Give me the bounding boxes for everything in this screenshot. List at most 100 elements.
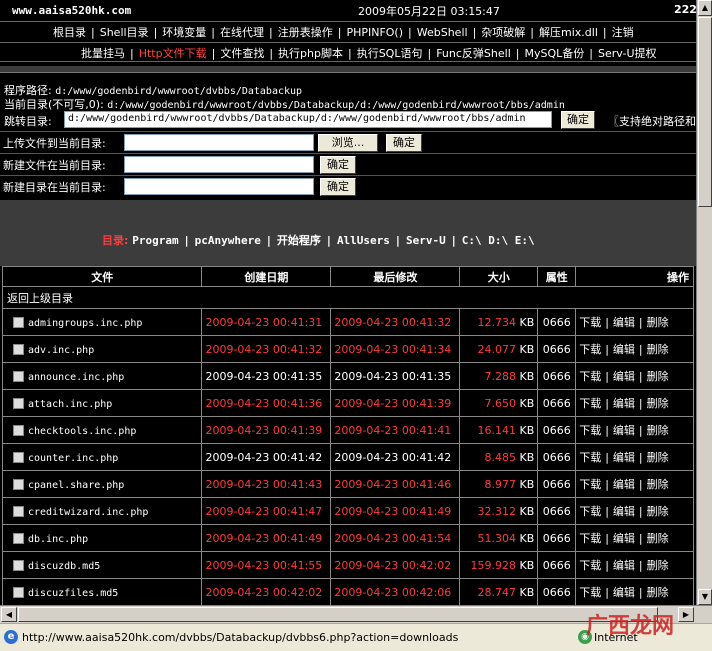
- menu-item[interactable]: 批量挂马: [76, 45, 130, 61]
- delete-link[interactable]: 删除: [647, 451, 669, 464]
- newdir-confirm-button[interactable]: 确定: [320, 178, 356, 196]
- delete-link[interactable]: 删除: [647, 586, 669, 599]
- file-name[interactable]: db.inc.php: [28, 534, 88, 545]
- newfile-input[interactable]: [124, 156, 314, 173]
- delete-link[interactable]: 删除: [647, 424, 669, 437]
- delete-link[interactable]: 删除: [647, 370, 669, 383]
- edit-link[interactable]: 编辑: [613, 586, 635, 599]
- scroll-down-icon[interactable]: ▼: [698, 589, 712, 605]
- newdir-input[interactable]: [124, 178, 314, 195]
- menu-item[interactable]: 执行php脚本: [273, 45, 348, 61]
- menu-item[interactable]: Http文件下载: [134, 45, 212, 61]
- file-checkbox[interactable]: [13, 344, 24, 355]
- file-checkbox[interactable]: [13, 587, 24, 598]
- download-link[interactable]: 下载: [579, 478, 601, 491]
- file-name[interactable]: announce.inc.php: [28, 372, 124, 383]
- drive-links[interactable]: C:\ D:\ E:\: [462, 234, 535, 247]
- horizontal-scroll-thumb[interactable]: [18, 607, 658, 622]
- edit-link[interactable]: 编辑: [613, 424, 635, 437]
- edit-link[interactable]: 编辑: [613, 451, 635, 464]
- file-checkbox[interactable]: [13, 452, 24, 463]
- file-checkbox[interactable]: [13, 317, 24, 328]
- delete-link[interactable]: 删除: [647, 505, 669, 518]
- vertical-scroll-thumb[interactable]: [698, 17, 712, 207]
- vertical-scrollbar[interactable]: ▲ ▼: [696, 0, 712, 605]
- menu-item[interactable]: MySQL备份: [519, 45, 589, 61]
- dir-shortcut-link[interactable]: AllUsers: [337, 234, 390, 247]
- jump-dir-input[interactable]: d:/www/godenbird/wwwroot/dvbbs/Databacku…: [64, 111, 552, 128]
- jump-confirm-button[interactable]: 确定: [561, 111, 595, 129]
- browse-button[interactable]: 浏览...: [318, 134, 378, 152]
- file-checkbox[interactable]: [13, 560, 24, 571]
- download-link[interactable]: 下载: [579, 397, 601, 410]
- download-link[interactable]: 下载: [579, 316, 601, 329]
- menu-item[interactable]: 环境变量: [157, 24, 211, 40]
- edit-link[interactable]: 编辑: [613, 505, 635, 518]
- file-name[interactable]: attach.inc.php: [28, 399, 112, 410]
- edit-link[interactable]: 编辑: [613, 397, 635, 410]
- file-name[interactable]: cpanel.share.php: [28, 480, 124, 491]
- menu-item[interactable]: 在线代理: [215, 24, 269, 40]
- dir-shortcut-link[interactable]: 开始程序: [277, 234, 321, 247]
- newfile-confirm-button[interactable]: 确定: [320, 156, 356, 174]
- scroll-up-icon[interactable]: ▲: [698, 0, 712, 16]
- dir-shortcut-link[interactable]: Serv-U: [406, 234, 446, 247]
- download-link[interactable]: 下载: [579, 532, 601, 545]
- download-link[interactable]: 下载: [579, 424, 601, 437]
- file-checkbox[interactable]: [13, 533, 24, 544]
- dir-shortcut-link[interactable]: pcAnywhere: [195, 234, 261, 247]
- file-checkbox[interactable]: [13, 506, 24, 517]
- download-link[interactable]: 下载: [579, 505, 601, 518]
- edit-link[interactable]: 编辑: [613, 559, 635, 572]
- delete-link[interactable]: 删除: [647, 316, 669, 329]
- delete-link[interactable]: 删除: [647, 397, 669, 410]
- edit-link[interactable]: 编辑: [613, 370, 635, 383]
- parent-dir-link[interactable]: 返回上级目录: [2, 286, 694, 309]
- dir-shortcut-link[interactable]: Program: [132, 234, 178, 247]
- edit-link[interactable]: 编辑: [613, 343, 635, 356]
- file-checkbox[interactable]: [13, 398, 24, 409]
- file-name[interactable]: discuzfiles.md5: [28, 588, 118, 599]
- file-name[interactable]: admingroups.inc.php: [28, 318, 142, 329]
- menu-item[interactable]: PHPINFO(): [341, 26, 408, 39]
- download-link[interactable]: 下载: [579, 343, 601, 356]
- ops-separator: |: [638, 316, 643, 329]
- delete-link[interactable]: 删除: [647, 532, 669, 545]
- file-checkbox[interactable]: [13, 425, 24, 436]
- file-name[interactable]: discuzdb.md5: [28, 561, 100, 572]
- menu-item[interactable]: 杂项破解: [476, 24, 530, 40]
- file-name[interactable]: checktools.inc.php: [28, 426, 136, 437]
- file-checkbox[interactable]: [13, 479, 24, 490]
- menu-item[interactable]: 注销: [607, 24, 639, 40]
- file-checkbox[interactable]: [13, 371, 24, 382]
- table-row: admingroups.inc.php 2009-04-23 00:41:31 20…: [1, 308, 694, 336]
- upload-file-input[interactable]: [124, 134, 314, 151]
- menu-item[interactable]: Serv-U提权: [593, 45, 662, 61]
- menu-item[interactable]: 文件查找: [215, 45, 269, 61]
- edit-link[interactable]: 编辑: [613, 316, 635, 329]
- delete-link[interactable]: 删除: [647, 478, 669, 491]
- file-name[interactable]: adv.inc.php: [28, 345, 94, 356]
- file-name[interactable]: counter.inc.php: [28, 453, 118, 464]
- file-name[interactable]: creditwizard.inc.php: [28, 507, 148, 518]
- upload-confirm-button[interactable]: 确定: [386, 134, 422, 152]
- menu-item[interactable]: 注册表操作: [273, 24, 338, 40]
- edit-link[interactable]: 编辑: [613, 532, 635, 545]
- download-link[interactable]: 下载: [579, 586, 601, 599]
- download-link[interactable]: 下载: [579, 451, 601, 464]
- delete-link[interactable]: 删除: [647, 343, 669, 356]
- menu-item[interactable]: WebShell: [412, 26, 473, 39]
- menu-item[interactable]: 解压mix.dll: [534, 24, 603, 40]
- menu-item[interactable]: 执行SQL语句: [352, 45, 428, 61]
- menu-item[interactable]: 根目录: [48, 24, 91, 40]
- scroll-right-icon[interactable]: ▶: [678, 607, 694, 622]
- scroll-left-icon[interactable]: ◀: [1, 607, 17, 622]
- download-link[interactable]: 下载: [579, 559, 601, 572]
- delete-link[interactable]: 删除: [647, 559, 669, 572]
- file-ops: 下载 | 编辑 | 删除: [575, 443, 694, 471]
- menu-item[interactable]: Shell目录: [95, 24, 154, 40]
- col-file: 文件: [1, 266, 203, 287]
- menu-item[interactable]: Func反弹Shell: [431, 45, 516, 61]
- edit-link[interactable]: 编辑: [613, 478, 635, 491]
- download-link[interactable]: 下载: [579, 370, 601, 383]
